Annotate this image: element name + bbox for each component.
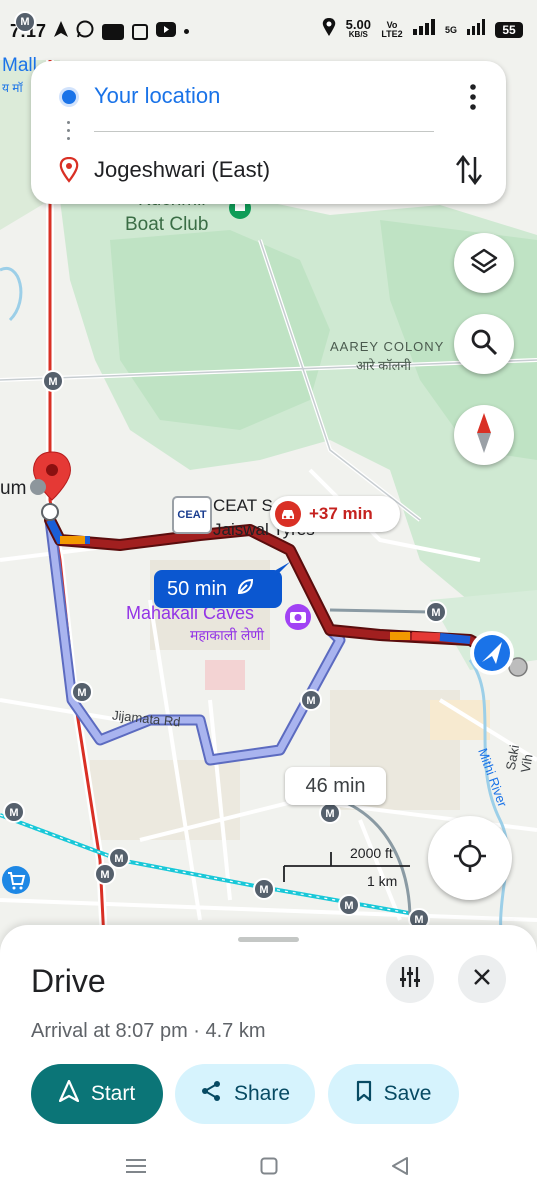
- dot-icon: [184, 29, 190, 34]
- sheet-drag-handle[interactable]: [238, 937, 299, 942]
- start-button-label: Start: [90, 1082, 136, 1105]
- destination-pin-small-icon: [59, 156, 79, 188]
- battery-icon: 55: [495, 21, 523, 38]
- search-along-route-button[interactable]: [454, 314, 514, 374]
- map-label-mahakali-hindi: महाकाली लेणी: [190, 627, 265, 643]
- close-button[interactable]: [458, 955, 506, 1003]
- navigation-arrow-icon: [58, 1079, 79, 1108]
- compass-button[interactable]: [454, 405, 514, 465]
- eco-chip-label: 50 min: [167, 577, 228, 600]
- svg-text:M: M: [77, 687, 86, 699]
- route-card-divider: [94, 131, 434, 132]
- close-icon: [474, 968, 490, 990]
- shopping-marker-icon: [2, 866, 30, 894]
- status-bar: 7:17 5.00 KB/S Vo LTE2 5G 55: [0, 0, 537, 60]
- svg-text:M: M: [48, 376, 57, 388]
- layers-icon: [469, 246, 499, 281]
- whatsapp-icon: [76, 20, 94, 43]
- search-icon: [470, 328, 498, 361]
- scale-label-km: 1 km: [367, 873, 398, 889]
- map-label-ceat: CEAT S: [213, 496, 273, 515]
- tune-icon: [399, 966, 421, 993]
- origin-field[interactable]: Your location: [94, 83, 220, 109]
- svg-text:M: M: [344, 900, 353, 912]
- save-button-label: Save: [383, 1082, 432, 1105]
- route-card: Your location Jogeshwari (East): [31, 61, 506, 204]
- layers-button[interactable]: [454, 233, 514, 293]
- map-label-aarey-hindi: आरे कॉलनी: [356, 358, 411, 373]
- more-options-button[interactable]: [468, 83, 478, 111]
- scale-label-feet: 2000 ft: [350, 845, 393, 861]
- metro-status-badge: M: [15, 12, 35, 32]
- compass-icon: [474, 412, 494, 458]
- back-button[interactable]: [391, 1157, 409, 1180]
- svg-text:M: M: [9, 807, 18, 819]
- ceat-logo: CEAT: [172, 496, 212, 534]
- location-status-icon: [322, 18, 336, 41]
- eco-route-chip[interactable]: 50 min: [154, 570, 282, 608]
- destination-field[interactable]: Jogeshwari (East): [94, 157, 270, 183]
- my-location-button[interactable]: [428, 816, 512, 900]
- arrival-summary: Arrival at 8:07 pm · 4.7 km: [31, 1020, 266, 1042]
- svg-text:M: M: [259, 884, 268, 896]
- svg-text:M: M: [100, 869, 109, 881]
- home-button[interactable]: [260, 1157, 278, 1180]
- delay-chip[interactable]: +37 min: [270, 496, 400, 532]
- volte-indicator: Vo LTE2: [381, 19, 403, 39]
- svg-text:M: M: [114, 853, 123, 865]
- recents-button[interactable]: [126, 1158, 146, 1179]
- delay-chip-label: +37 min: [309, 504, 373, 523]
- sheet-title: Drive: [31, 963, 106, 999]
- eco-chip-tail: [276, 562, 290, 576]
- svg-text:M: M: [431, 607, 440, 619]
- my-location-icon: [452, 838, 488, 879]
- svg-text:M: M: [325, 808, 334, 820]
- bookmark-icon: [356, 1080, 372, 1108]
- navigation-status-icon: [54, 21, 69, 42]
- map-label-saki: Saki Vih: [502, 743, 536, 774]
- traffic-car-icon: [275, 501, 301, 527]
- swap-route-button[interactable]: [454, 153, 484, 187]
- camera-marker-icon: [285, 604, 311, 630]
- map-label-boat-club: Boat Club: [125, 214, 209, 235]
- map-label-mall-hindi: य मॉ: [2, 81, 23, 95]
- save-button[interactable]: Save: [328, 1064, 459, 1124]
- calendar-icon: [132, 23, 149, 40]
- route-options-button[interactable]: [386, 955, 434, 1003]
- svg-text:M: M: [306, 695, 315, 707]
- map-label-aarey: AAREY COLONY: [330, 339, 445, 354]
- start-button[interactable]: Start: [31, 1064, 163, 1124]
- alt-chip-label: 46 min: [305, 774, 366, 797]
- youtube-icon: [156, 21, 177, 42]
- origin-dot-icon: [62, 90, 76, 104]
- map-label-um: um: [0, 478, 27, 499]
- system-nav-bar: [0, 1140, 537, 1200]
- signal-2-icon: [467, 19, 485, 40]
- share-button-label: Share: [233, 1082, 291, 1105]
- share-icon: [200, 1080, 222, 1108]
- route-connector: [67, 121, 71, 145]
- signal-icon: [412, 19, 435, 40]
- alt-route-chip[interactable]: 46 min: [285, 767, 386, 805]
- network-speed: 5.00 KB/S: [345, 16, 371, 39]
- zomato-icon: [102, 23, 125, 40]
- leaf-icon: [235, 577, 255, 602]
- network-type: 5G: [444, 24, 457, 35]
- share-button[interactable]: Share: [175, 1064, 315, 1124]
